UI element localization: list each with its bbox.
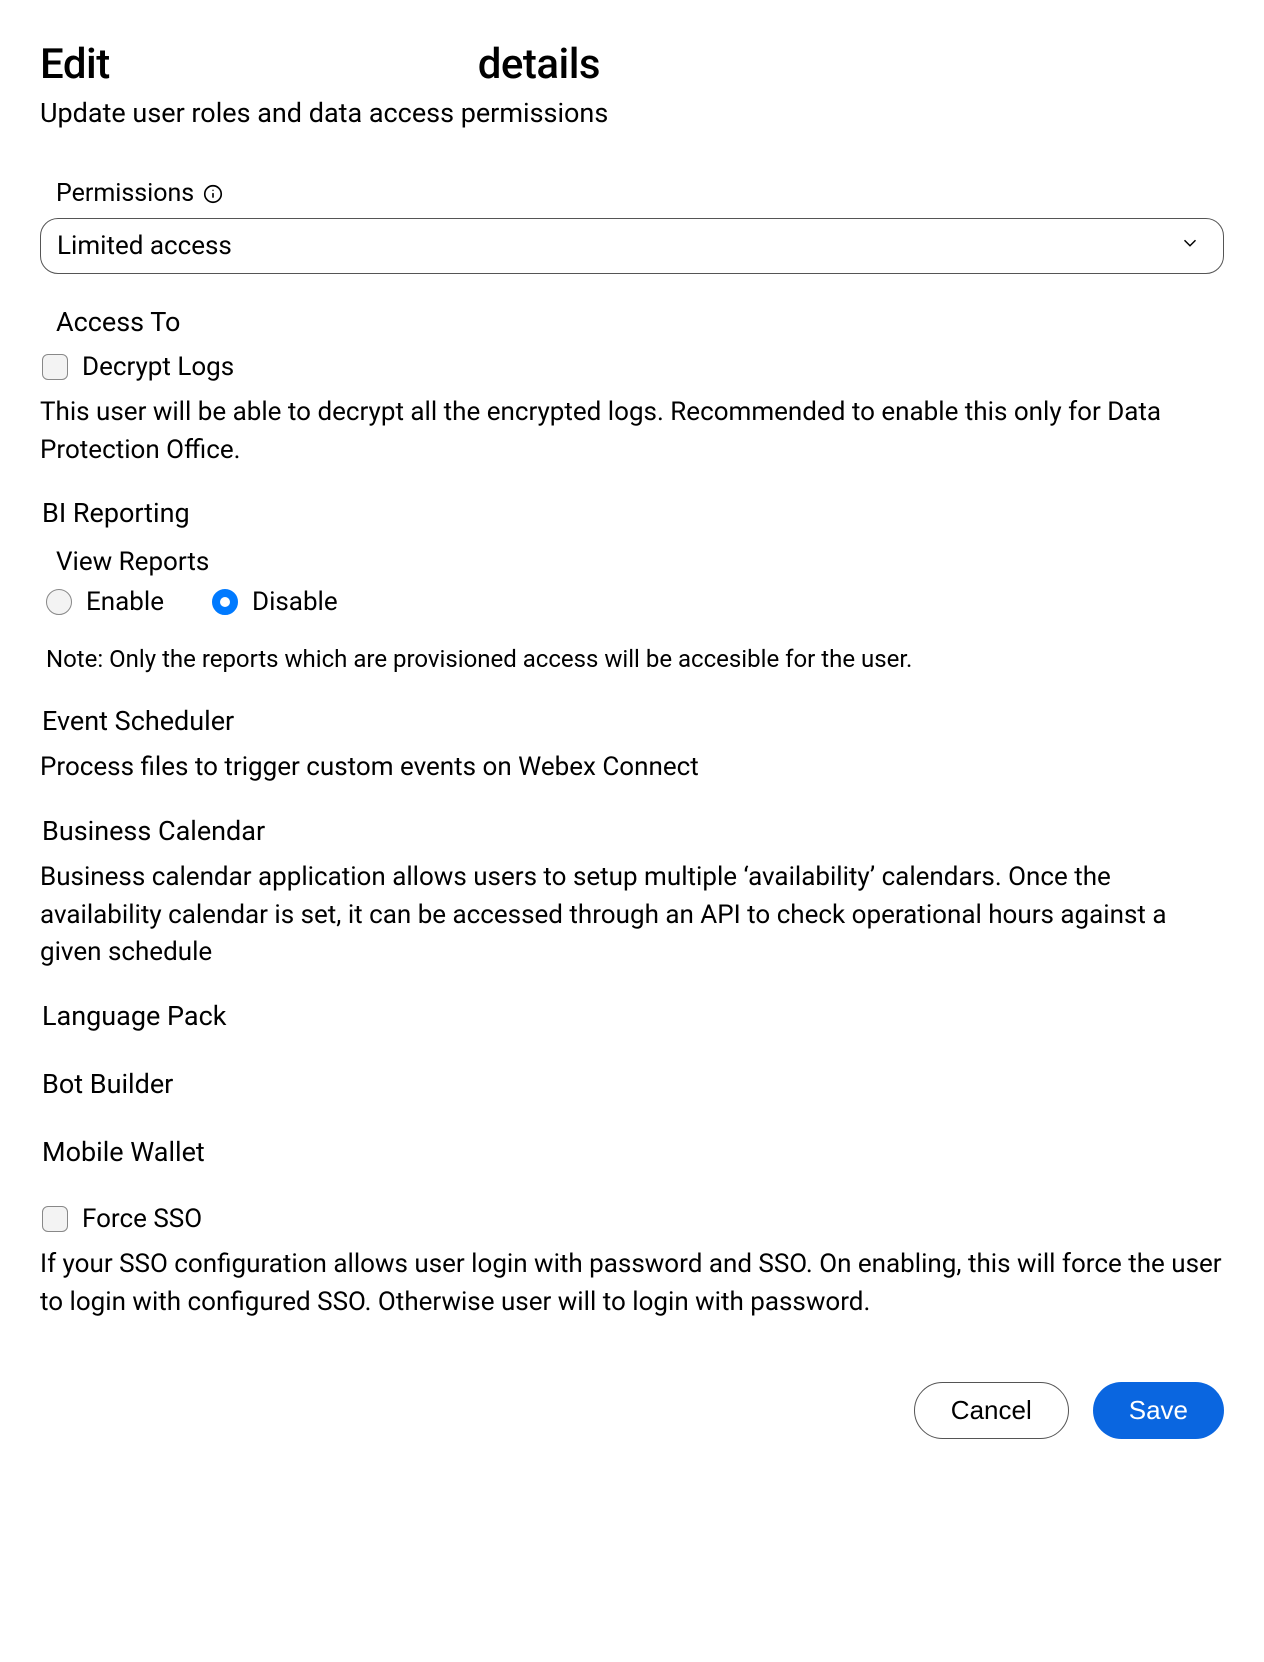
button-row: Cancel Save	[40, 1382, 1224, 1439]
business-calendar-heading: Business Calendar	[42, 815, 1224, 847]
radio-enable[interactable]	[46, 589, 72, 615]
force-sso-row: Force SSO	[42, 1204, 1224, 1234]
language-pack-heading: Language Pack	[42, 1000, 1224, 1032]
chevron-down-icon	[1179, 231, 1201, 261]
radio-enable-label: Enable	[86, 587, 164, 617]
radio-disable-label: Disable	[252, 587, 338, 617]
decrypt-logs-label: Decrypt Logs	[82, 352, 234, 382]
permissions-label: Permissions	[56, 179, 194, 208]
force-sso-description: If your SSO configuration allows user lo…	[40, 1246, 1224, 1321]
decrypt-logs-checkbox[interactable]	[42, 354, 68, 380]
view-reports-disable-option[interactable]: Disable	[212, 587, 338, 617]
title-prefix: Edit	[40, 40, 110, 89]
redacted-name	[114, 47, 474, 87]
permissions-selected-value: Limited access	[57, 231, 232, 261]
event-scheduler-heading: Event Scheduler	[42, 705, 1224, 737]
title-suffix: details	[478, 40, 600, 89]
view-reports-enable-option[interactable]: Enable	[46, 587, 164, 617]
force-sso-label: Force SSO	[82, 1204, 202, 1234]
access-to-heading: Access To	[56, 306, 1224, 338]
bot-builder-heading: Bot Builder	[42, 1068, 1224, 1100]
permissions-select[interactable]: Limited access	[40, 218, 1224, 274]
radio-disable[interactable]	[212, 589, 238, 615]
cancel-button[interactable]: Cancel	[914, 1382, 1069, 1439]
mobile-wallet-heading: Mobile Wallet	[42, 1136, 1224, 1168]
save-button[interactable]: Save	[1093, 1382, 1224, 1439]
permissions-label-row: Permissions	[56, 179, 1224, 208]
view-reports-radio-group: Enable Disable	[46, 587, 1224, 617]
bi-reporting-heading: BI Reporting	[42, 497, 1224, 529]
decrypt-logs-row: Decrypt Logs	[42, 352, 1224, 382]
force-sso-checkbox[interactable]	[42, 1206, 68, 1232]
decrypt-logs-description: This user will be able to decrypt all th…	[40, 394, 1224, 469]
info-icon[interactable]	[202, 183, 224, 205]
page-title: Edit details	[40, 40, 1224, 89]
bi-note: Note: Only the reports which are provisi…	[46, 645, 1224, 673]
page-subtitle: Update user roles and data access permis…	[40, 97, 1224, 129]
business-calendar-description: Business calendar application allows use…	[40, 859, 1224, 972]
view-reports-label: View Reports	[56, 547, 1224, 577]
event-scheduler-description: Process files to trigger custom events o…	[40, 749, 1224, 787]
